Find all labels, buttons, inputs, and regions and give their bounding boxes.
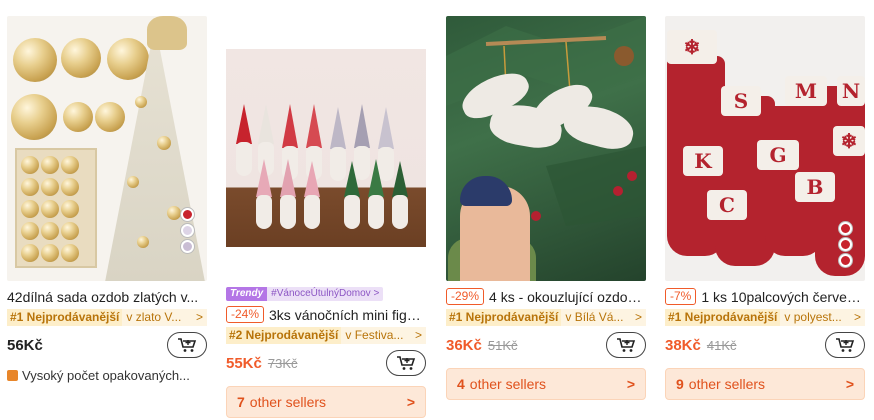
discount-badge: -7% bbox=[665, 288, 697, 305]
chevron-right-icon: > bbox=[626, 376, 635, 392]
stocking-letter: M bbox=[785, 76, 827, 106]
stocking-letter: N bbox=[837, 76, 865, 106]
product-image[interactable]: ❄ S M N K G B C ❄ bbox=[665, 16, 865, 281]
gnome-figure bbox=[304, 161, 320, 229]
gnome-figure bbox=[280, 159, 296, 229]
gnome-figure bbox=[236, 104, 252, 176]
add-to-cart-button[interactable] bbox=[606, 332, 646, 358]
price-row: 36Kč 51Kč bbox=[446, 332, 646, 358]
ornament-ball bbox=[107, 38, 149, 80]
ornament-ball bbox=[61, 38, 101, 78]
ornament-ball bbox=[11, 94, 57, 140]
repeat-purchase-icon bbox=[7, 370, 18, 381]
color-swatch-lilac[interactable] bbox=[181, 240, 194, 253]
original-price: 41Kč bbox=[706, 337, 737, 353]
stocking-letter: S bbox=[721, 86, 761, 116]
original-price: 51Kč bbox=[487, 337, 518, 353]
add-to-cart-icon bbox=[836, 338, 855, 352]
other-sellers-button[interactable]: 7 other sellers > bbox=[226, 386, 426, 418]
other-sellers-button[interactable]: 4 other sellers > bbox=[446, 368, 646, 400]
product-card[interactable]: Trendy #VánoceÚtulnýDomov > -24% 3ks ván… bbox=[226, 16, 426, 418]
other-sellers-button[interactable]: 9 other sellers > bbox=[665, 368, 865, 400]
sale-price: 36Kč bbox=[446, 336, 482, 354]
ornament-ball bbox=[13, 38, 57, 82]
add-to-cart-icon bbox=[397, 356, 416, 370]
chevron-right-icon: > bbox=[406, 394, 415, 410]
ornament-box bbox=[15, 148, 97, 268]
price-row: 38Kč 41Kč bbox=[665, 332, 865, 358]
add-to-cart-button[interactable] bbox=[386, 350, 426, 376]
color-swatch-red[interactable] bbox=[839, 254, 852, 267]
chevron-right-icon: > bbox=[853, 309, 865, 326]
product-image[interactable] bbox=[226, 16, 426, 281]
product-title[interactable]: -7% 1 ks 10palcových červen... bbox=[665, 287, 865, 306]
chevron-right-icon: > bbox=[634, 309, 646, 326]
product-card[interactable]: ❄ S M N K G B C ❄ -7% 1 ks 10palcových č… bbox=[665, 16, 865, 400]
add-to-cart-button[interactable] bbox=[167, 332, 207, 358]
color-swatch-red[interactable] bbox=[181, 208, 194, 221]
chevron-right-icon: > bbox=[845, 376, 854, 392]
price-row: 56Kč bbox=[7, 332, 207, 358]
discount-badge: -24% bbox=[226, 306, 265, 323]
stocking-letter: G bbox=[757, 140, 799, 170]
chevron-right-icon: > bbox=[414, 327, 426, 344]
sale-price: 38Kč bbox=[665, 336, 701, 354]
stocking-letter: K bbox=[683, 146, 723, 176]
bestseller-badge[interactable]: #1 Nejprodávanější v Bílá Vá... > bbox=[446, 309, 646, 326]
product-card[interactable]: 42dílná sada ozdob zlatých v... #1 Nejpr… bbox=[7, 16, 207, 383]
tree-bow bbox=[147, 16, 187, 50]
bestseller-badge[interactable]: #1 Nejprodávanější v polyest... > bbox=[665, 309, 865, 326]
sale-price: 55Kč bbox=[226, 354, 262, 372]
original-price: 73Kč bbox=[267, 355, 298, 371]
chevron-right-icon: > bbox=[195, 309, 207, 326]
price: 56Kč bbox=[7, 336, 43, 354]
product-title[interactable]: -24% 3ks vánočních mini figu... bbox=[226, 305, 426, 324]
add-to-cart-icon bbox=[178, 338, 197, 352]
add-to-cart-button[interactable] bbox=[825, 332, 865, 358]
product-image[interactable] bbox=[446, 16, 646, 281]
ornament-ball bbox=[95, 102, 125, 132]
price-row: 55Kč 73Kč bbox=[226, 350, 426, 376]
discount-badge: -29% bbox=[446, 288, 485, 305]
repeat-purchase-note: Vysoký počet opakovaných... bbox=[7, 368, 207, 383]
product-image[interactable] bbox=[7, 16, 207, 281]
bestseller-badge[interactable]: #2 Nejprodávanější v Festiva... > bbox=[226, 327, 426, 344]
product-title[interactable]: -29% 4 ks - okouzlující ozdob... bbox=[446, 287, 646, 306]
gnome-figure bbox=[344, 161, 360, 229]
add-to-cart-icon bbox=[617, 338, 636, 352]
stocking-cuff: ❄ bbox=[833, 126, 865, 156]
product-card[interactable]: -29% 4 ks - okouzlující ozdob... #1 Nejp… bbox=[446, 16, 646, 400]
stocking-cuff: ❄ bbox=[667, 30, 717, 64]
ornament-ball bbox=[63, 102, 93, 132]
gnome-figure bbox=[392, 161, 408, 229]
color-swatch-silver[interactable] bbox=[181, 224, 194, 237]
gnome-figure bbox=[256, 159, 272, 229]
stocking-letter: C bbox=[707, 190, 747, 220]
color-swatch-red[interactable] bbox=[839, 238, 852, 251]
color-swatch-red[interactable] bbox=[839, 222, 852, 235]
trendy-tag[interactable]: Trendy #VánoceÚtulnýDomov > bbox=[226, 287, 426, 301]
product-title[interactable]: 42dílná sada ozdob zlatých v... bbox=[7, 287, 207, 306]
bestseller-badge[interactable]: #1 Nejprodávanější v zlato V... > bbox=[7, 309, 207, 326]
gnomes-scene bbox=[226, 49, 426, 247]
gnome-figure bbox=[368, 159, 384, 229]
stocking-letter: B bbox=[795, 172, 835, 202]
